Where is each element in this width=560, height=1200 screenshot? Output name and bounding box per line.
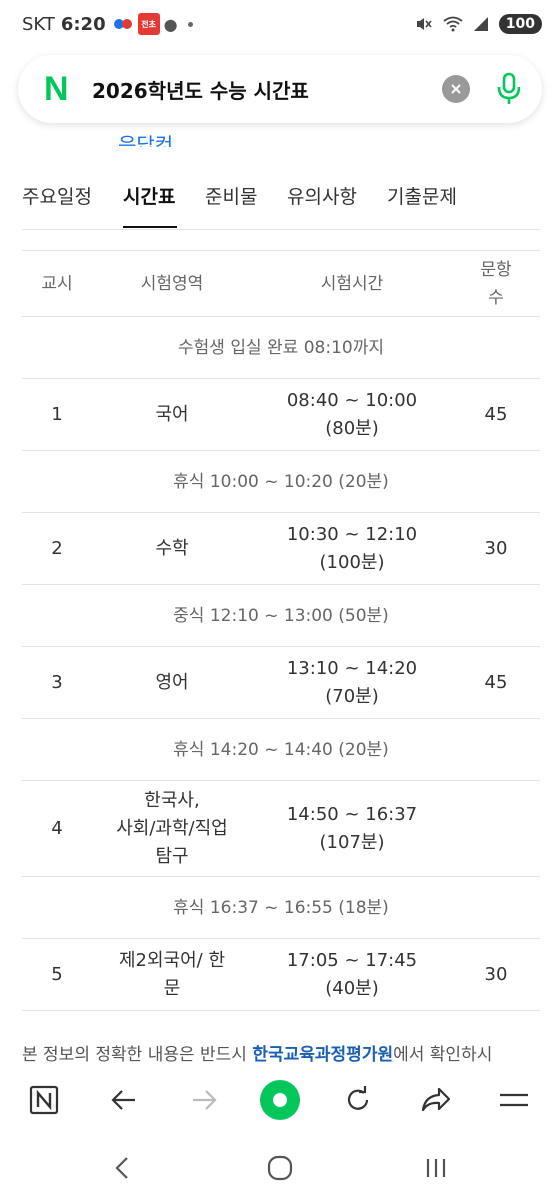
time-cell: 10:30 ~ 12:10 (100분)	[286, 523, 418, 573]
time-cell: 13:10 ~ 14:20 (70분)	[286, 657, 418, 707]
menu-icon	[500, 1093, 528, 1107]
nav-back-button[interactable]	[102, 1150, 142, 1186]
mute-icon	[416, 18, 432, 30]
whale-button[interactable]	[258, 1078, 302, 1122]
note-text: 중식 12:10 ~ 13:00 (50분)	[173, 605, 389, 626]
signal-icon	[473, 17, 488, 31]
refresh-button[interactable]	[336, 1078, 380, 1122]
note-text: 휴식 10:00 ~ 10:20 (20분)	[173, 471, 389, 492]
table-row: 3 영어 13:10 ~ 14:20 (70분) 45	[22, 647, 540, 719]
search-input[interactable]: 2026학년도 수능 시간표	[92, 75, 442, 104]
back-arrow-icon	[111, 1090, 135, 1110]
share-icon	[421, 1087, 451, 1112]
header-questions: 문항 수	[480, 259, 512, 308]
home-button[interactable]	[22, 1078, 66, 1122]
exam-timetable: 교시 시험영역 시험시간 문항 수 수험생 입실 완료 08:10까지 1 국어…	[22, 250, 540, 1011]
naver-whale-icon	[260, 1080, 300, 1120]
nav-home-button[interactable]	[260, 1150, 300, 1186]
time-cell: 17:05 ~ 17:45 (40분)	[286, 949, 418, 999]
close-icon	[451, 84, 461, 94]
source-notice: 본 정보의 정확한 내용은 반드시 한국교육과정평가원에서 확인하시	[22, 1040, 540, 1065]
active-tab-indicator	[123, 226, 177, 228]
table-row: 1 국어 08:40 ~ 10:00 (80분) 45	[22, 379, 540, 451]
recent-apps-icon	[426, 1159, 446, 1177]
tab-divider	[22, 229, 540, 230]
header-subject: 시험영역	[140, 273, 204, 294]
nav-recents-button[interactable]	[416, 1150, 456, 1186]
period-cell: 3	[51, 671, 63, 693]
tab-notes[interactable]: 유의사항	[287, 182, 357, 209]
forward-button[interactable]	[182, 1078, 226, 1122]
status-bar: SKT 6:20 전초 ● 100	[0, 0, 560, 48]
microphone-icon	[497, 72, 521, 104]
table-row-note: 중식 12:10 ~ 13:00 (50분)	[22, 585, 540, 647]
subject-cell: 제2외국어/ 한 문	[118, 949, 226, 999]
forward-arrow-icon	[193, 1090, 217, 1110]
search-bar[interactable]: N 2026학년도 수능 시간표	[18, 55, 542, 123]
system-icons: 100	[415, 0, 542, 48]
wifi-icon	[443, 16, 463, 32]
tab-past-exams[interactable]: 기출문제	[387, 182, 457, 209]
tab-bar: 주요일정 시간표 준비물 유의사항 기출문제	[0, 168, 560, 230]
home-circle-icon	[267, 1155, 293, 1181]
table-row-note: 휴식 16:37 ~ 16:55 (18분)	[22, 877, 540, 939]
note-text: 휴식 14:20 ~ 14:40 (20분)	[173, 739, 389, 760]
subject-cell: 영어	[155, 671, 189, 693]
questions-cell: 30	[484, 963, 508, 985]
table-row: 4 한국사, 사회/과학/직업 탐구 14:50 ~ 16:37 (107분)	[22, 781, 540, 877]
time-cell: 14:50 ~ 16:37 (107분)	[286, 803, 418, 853]
period-cell: 5	[51, 963, 63, 985]
time-cell: 08:40 ~ 10:00 (80분)	[286, 389, 418, 439]
note-text: 휴식 16:37 ~ 16:55 (18분)	[173, 897, 389, 918]
naver-logo-icon[interactable]: N	[44, 70, 78, 109]
notification-icons: 전초 ●	[113, 13, 193, 35]
tab-timetable[interactable]: 시간표	[123, 182, 175, 209]
questions-cell: 45	[484, 671, 508, 693]
clear-search-button[interactable]	[442, 75, 470, 103]
news-app-icon: 전초	[137, 13, 160, 35]
kice-link[interactable]: 한국교육과정평가원	[252, 1045, 393, 1065]
more-notifications-dot-icon	[187, 21, 193, 27]
tab-supplies[interactable]: 준비물	[205, 182, 257, 209]
notice-suffix: 에서 확인하시	[393, 1045, 493, 1065]
partially-hidden-link[interactable]: 응답컷	[118, 125, 173, 147]
chevron-left-icon	[115, 1157, 128, 1179]
notice-prefix: 본 정보의 정확한 내용은 반드시	[22, 1045, 253, 1065]
subject-cell: 국어	[155, 403, 189, 425]
system-navigation-bar	[0, 1136, 560, 1200]
table-row-note: 휴식 10:00 ~ 10:20 (20분)	[22, 451, 540, 513]
questions-cell: 45	[484, 403, 508, 425]
naver-home-icon	[29, 1085, 59, 1115]
menu-button[interactable]	[492, 1078, 536, 1122]
table-row-note: 수험생 입실 완료 08:10까지	[22, 317, 540, 379]
share-button[interactable]	[414, 1078, 458, 1122]
subject-cell: 한국사, 사회/과학/직업 탐구	[116, 789, 228, 867]
browser-toolbar	[0, 1068, 560, 1132]
header-period: 교시	[41, 273, 73, 294]
back-button[interactable]	[102, 1078, 146, 1122]
app-dots-icon	[113, 18, 134, 30]
table-row-note: 휴식 14:20 ~ 14:40 (20분)	[22, 719, 540, 781]
note-text: 수험생 입실 완료 08:10까지	[178, 337, 384, 358]
period-cell: 1	[51, 403, 63, 425]
tab-main-schedule[interactable]: 주요일정	[22, 182, 92, 209]
refresh-icon	[347, 1086, 369, 1110]
period-cell: 4	[51, 817, 63, 839]
questions-cell	[452, 781, 540, 876]
table-header: 교시 시험영역 시험시간 문항 수	[22, 251, 540, 317]
voice-search-button[interactable]	[494, 71, 524, 107]
table-row: 2 수학 10:30 ~ 12:10 (100분) 30	[22, 513, 540, 585]
battery-indicator: 100	[498, 14, 542, 34]
subject-cell: 수학	[155, 537, 189, 559]
carrier-label: SKT	[22, 13, 55, 35]
pill-icon: ●	[163, 14, 178, 34]
clock: 6:20	[60, 13, 106, 35]
period-cell: 2	[51, 537, 63, 559]
table-row: 5 제2외국어/ 한 문 17:05 ~ 17:45 (40분) 30	[22, 939, 540, 1011]
questions-cell: 30	[484, 537, 508, 559]
header-time: 시험시간	[320, 273, 384, 294]
